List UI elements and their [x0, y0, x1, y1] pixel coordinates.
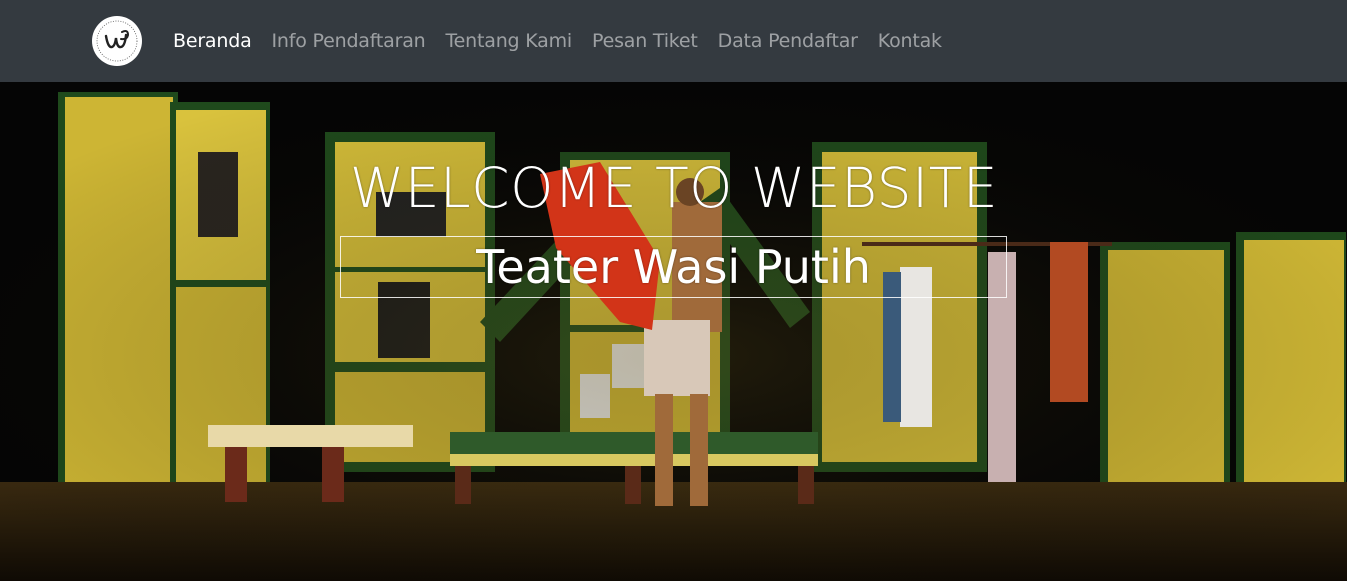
hero-title: WELCOME TO WEBSITE: [349, 156, 999, 220]
nav-link-pesan-tiket[interactable]: Pesan Tiket: [592, 30, 698, 52]
nav-item-pesan-tiket: Pesan Tiket: [592, 30, 718, 52]
nav-item-info-pendaftaran: Info Pendaftaran: [272, 30, 446, 52]
top-navbar: Beranda Info Pendaftaran Tentang Kami Pesan…: [0, 0, 1347, 82]
hero-subtitle: Teater Wasi Putih: [476, 240, 871, 294]
nav-link-data-pendaftar[interactable]: Data Pendaftar: [718, 30, 858, 52]
nav-link-kontak[interactable]: Kontak: [878, 30, 942, 52]
nav-item-kontak: Kontak: [878, 30, 962, 52]
brand-logo[interactable]: [92, 16, 142, 66]
hero-banner: WELCOME TO WEBSITE Teater Wasi Putih: [0, 82, 1347, 581]
teater-wasi-putih-logo-icon: [93, 17, 141, 65]
nav-link-tentang-kami[interactable]: Tentang Kami: [446, 30, 573, 52]
nav-item-beranda: Beranda: [173, 30, 272, 52]
main-nav: Beranda Info Pendaftaran Tentang Kami Pesan…: [173, 0, 962, 82]
hero-subtitle-box: Teater Wasi Putih: [340, 236, 1007, 298]
nav-item-tentang-kami: Tentang Kami: [446, 30, 593, 52]
nav-link-info-pendaftaran[interactable]: Info Pendaftaran: [272, 30, 426, 52]
nav-item-data-pendaftar: Data Pendaftar: [718, 30, 878, 52]
nav-link-beranda[interactable]: Beranda: [173, 30, 252, 52]
